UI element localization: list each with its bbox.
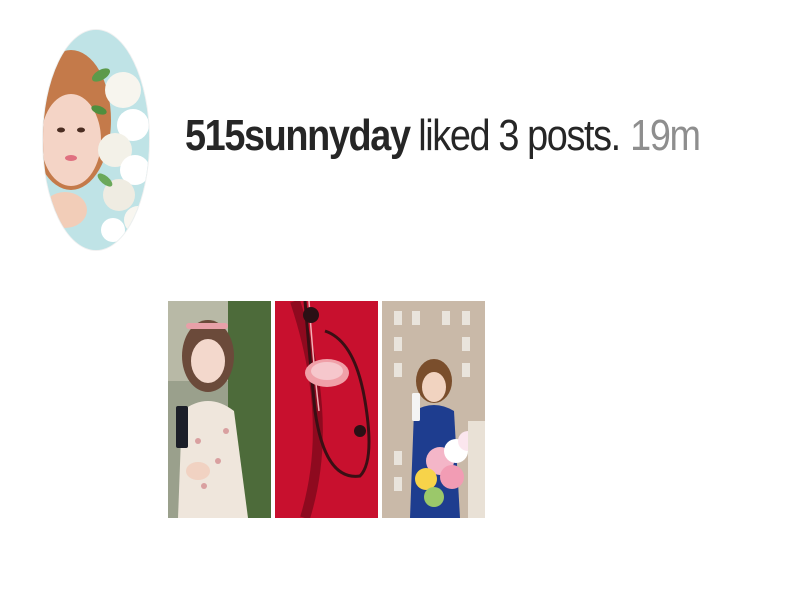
liked-post-thumbnail-3[interactable]: [382, 301, 485, 518]
liked-post-thumbnail-2[interactable]: [275, 301, 378, 518]
liked-posts-row: [168, 301, 485, 518]
notification-text: 515sunnyday liked 3 posts. 19m: [185, 111, 701, 161]
woman-holding-phone-icon: [168, 301, 271, 518]
notification-timestamp: 19m: [630, 111, 701, 160]
profile-avatar[interactable]: [43, 30, 149, 250]
avatar-photo-icon: [43, 30, 149, 250]
liked-post-thumbnail-1[interactable]: [168, 301, 271, 518]
notification-action: liked 3 posts.: [418, 111, 621, 160]
username-link[interactable]: 515sunnyday: [185, 111, 411, 161]
red-stethoscope-icon: [275, 301, 378, 518]
activity-notification-screen: 515sunnyday liked 3 posts. 19m: [0, 0, 800, 600]
woman-with-flowers-icon: [382, 301, 485, 518]
